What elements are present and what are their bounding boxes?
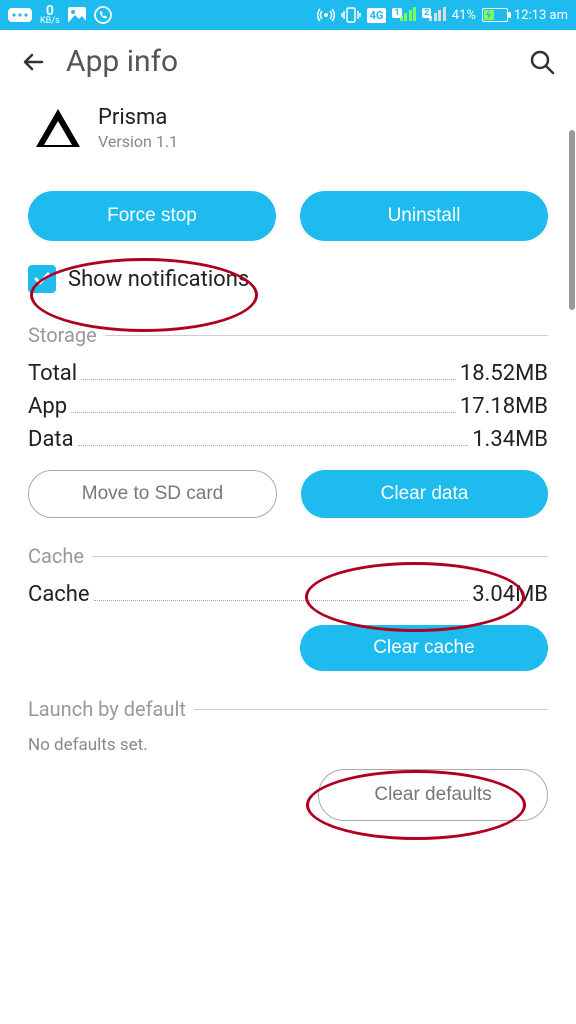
status-bar: 0 KB/s 4G 1 2 41% 12:13 am (0, 0, 576, 30)
hotspot-icon (317, 6, 335, 24)
search-icon[interactable] (528, 48, 556, 76)
app-version: Version 1.1 (98, 132, 178, 151)
storage-app-row: App17.18MB (28, 394, 548, 419)
cache-row: Cache3.04MB (28, 582, 548, 607)
storage-section-title: Storage (28, 323, 548, 347)
move-to-sd-button[interactable]: Move to SD card (28, 470, 277, 518)
sim1-signal: 1 (392, 5, 416, 25)
header: App info (0, 30, 576, 93)
back-icon[interactable] (20, 48, 48, 76)
launch-none-text: No defaults set. (28, 735, 548, 755)
vibrate-icon (341, 7, 361, 23)
storage-data-row: Data1.34MB (28, 427, 548, 452)
whatsapp-icon (94, 6, 112, 24)
clear-defaults-button[interactable]: Clear defaults (318, 769, 548, 821)
data-speed-icon: 0 KB/s (40, 5, 60, 26)
clear-data-button[interactable]: Clear data (301, 470, 548, 518)
launch-section-title: Launch by default (28, 697, 548, 721)
battery-percent: 41% (452, 8, 476, 23)
scrollbar-thumb[interactable] (569, 130, 575, 310)
show-notifications-label: Show notifications (68, 267, 249, 292)
image-icon (68, 7, 86, 23)
more-icon (8, 8, 32, 22)
storage-total-row: Total18.52MB (28, 361, 548, 386)
clear-cache-button[interactable]: Clear cache (300, 625, 548, 671)
sim2-signal: 2 (422, 5, 446, 25)
cache-section-title: Cache (28, 544, 548, 568)
show-notifications-row[interactable]: Show notifications (28, 265, 548, 293)
network-4g-badge: 4G (367, 8, 387, 23)
uninstall-button[interactable]: Uninstall (300, 191, 548, 241)
checkbox-icon[interactable] (28, 265, 56, 293)
page-title: App info (66, 44, 178, 79)
app-icon (36, 109, 80, 147)
app-header: Prisma Version 1.1 (28, 105, 548, 151)
force-stop-button[interactable]: Force stop (28, 191, 276, 241)
clock: 12:13 am (514, 8, 568, 23)
app-name: Prisma (98, 105, 178, 130)
battery-icon (482, 8, 508, 22)
